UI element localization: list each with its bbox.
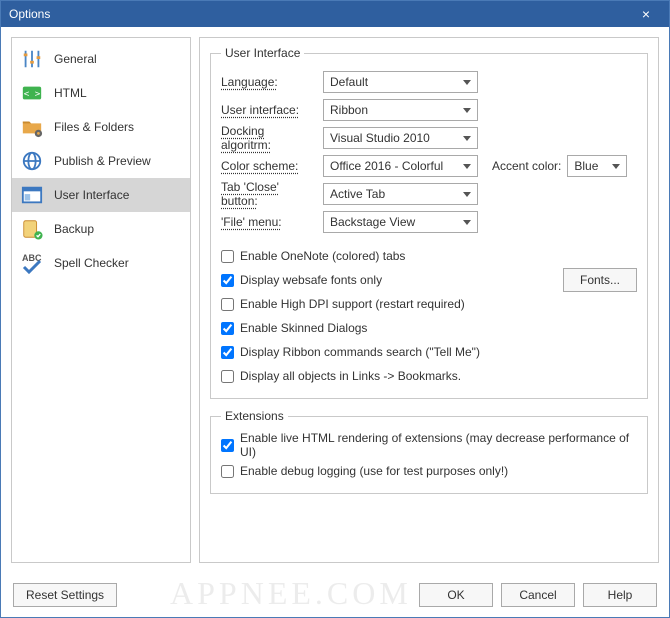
sidebar-item-publish[interactable]: Publish & Preview [12,144,190,178]
userinterface-label: User interface: [221,103,317,117]
sidebar-item-label: Publish & Preview [54,154,151,168]
sidebar-item-general[interactable]: General [12,42,190,76]
filemenu-label: 'File' menu: [221,215,317,229]
help-button[interactable]: Help [583,583,657,607]
language-combo[interactable]: Default [323,71,478,93]
spellcheck-icon: ABC [20,251,44,275]
group-legend: User Interface [221,46,304,60]
language-label: Language: [221,75,317,89]
colorscheme-combo[interactable]: Office 2016 - Colorful [323,155,478,177]
docking-label: Docking algoritrm: [221,124,317,152]
accent-combo[interactable]: Blue [567,155,627,177]
sidebar-item-spellchecker[interactable]: ABC Spell Checker [12,246,190,280]
skinned-label: Enable Skinned Dialogs [240,321,367,335]
websafe-label: Display websafe fonts only [240,273,382,287]
reset-button[interactable]: Reset Settings [13,583,117,607]
docking-combo[interactable]: Visual Studio 2010 [323,127,478,149]
sidebar-item-label: User Interface [54,188,129,202]
sliders-icon [20,47,44,71]
folder-gear-icon [20,115,44,139]
sidebar-item-userinterface[interactable]: User Interface [12,178,190,212]
options-window: Options × General < > HTML Files & F [0,0,670,618]
userinterface-combo[interactable]: Ribbon [323,99,478,121]
sidebar-item-label: Files & Folders [54,120,134,134]
window-icon [20,183,44,207]
sidebar-item-label: Spell Checker [54,256,129,270]
sidebar-item-files[interactable]: Files & Folders [12,110,190,144]
ext-debug-label: Enable debug logging (use for test purpo… [240,464,508,478]
accent-label: Accent color: [492,159,561,173]
sidebar-item-label: Backup [54,222,94,236]
sidebar-item-backup[interactable]: Backup [12,212,190,246]
hidpi-checkbox[interactable] [221,298,234,311]
sidebar-item-label: HTML [54,86,87,100]
titlebar: Options × [1,1,669,27]
tellme-label: Display Ribbon commands search ("Tell Me… [240,345,480,359]
ext-debug-checkbox[interactable] [221,465,234,478]
websafe-checkbox[interactable] [221,274,234,287]
ext-live-label: Enable live HTML rendering of extensions… [240,431,637,459]
sidebar: General < > HTML Files & Folders Publish… [11,37,191,563]
tabclose-combo[interactable]: Active Tab [323,183,478,205]
group-legend: Extensions [221,409,288,423]
window-title: Options [9,7,631,21]
group-user-interface: User Interface Language: Default User in… [210,46,648,399]
globe-icon [20,149,44,173]
ext-live-checkbox[interactable] [221,439,234,452]
group-extensions: Extensions Enable live HTML rendering of… [210,409,648,494]
content-panel: User Interface Language: Default User in… [199,37,659,563]
sidebar-item-label: General [54,52,97,66]
tellme-checkbox[interactable] [221,346,234,359]
onenote-checkbox[interactable] [221,250,234,263]
code-icon: < > [20,81,44,105]
tabclose-label: Tab 'Close' button: [221,180,317,208]
ok-button[interactable]: OK [419,583,493,607]
fonts-button[interactable]: Fonts... [563,268,637,292]
sidebar-item-html[interactable]: < > HTML [12,76,190,110]
close-icon[interactable]: × [631,6,661,22]
linksbm-label: Display all objects in Links -> Bookmark… [240,369,461,383]
backup-icon [20,217,44,241]
linksbm-checkbox[interactable] [221,370,234,383]
cancel-button[interactable]: Cancel [501,583,575,607]
svg-text:< >: < > [24,89,41,100]
colorscheme-label: Color scheme: [221,159,317,173]
footer: Reset Settings OK Cancel Help [1,573,669,617]
skinned-checkbox[interactable] [221,322,234,335]
filemenu-combo[interactable]: Backstage View [323,211,478,233]
hidpi-label: Enable High DPI support (restart require… [240,297,465,311]
onenote-label: Enable OneNote (colored) tabs [240,249,405,263]
